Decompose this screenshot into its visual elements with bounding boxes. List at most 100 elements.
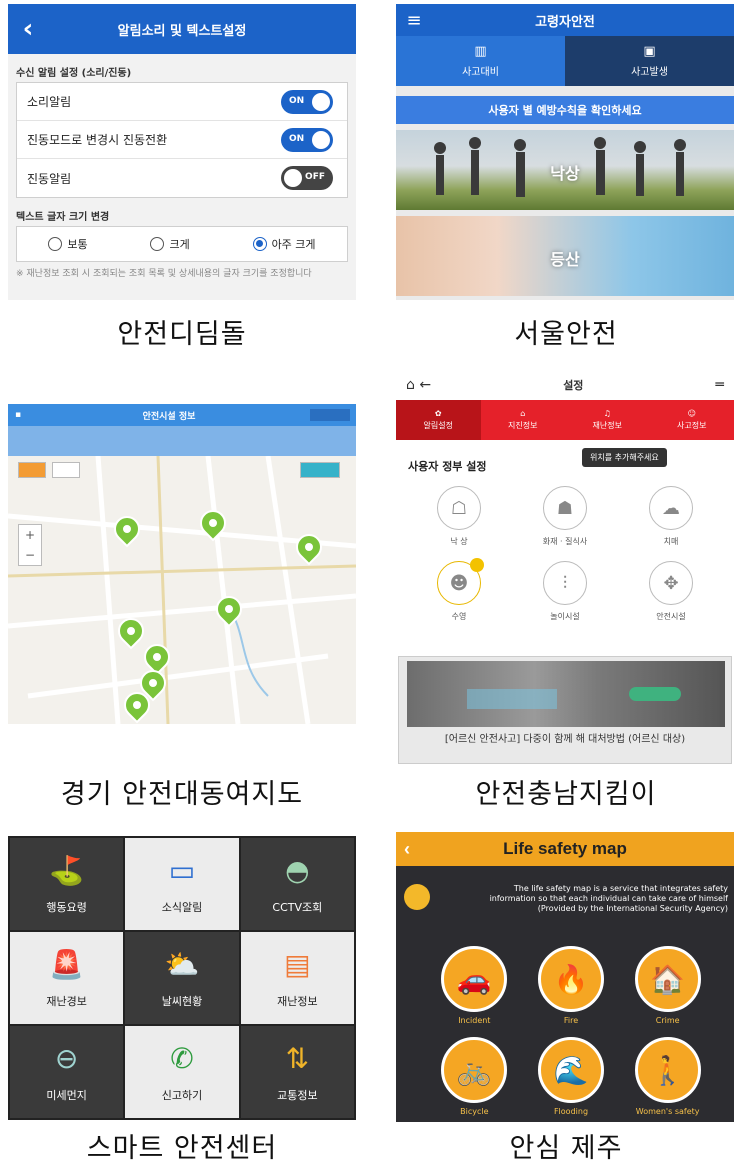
menu-item-accident[interactable]: ☺ 사고정보 — [650, 400, 734, 440]
chungnam-screen: ⌂ ← 설정 ═ ✿ 알림설정 ⌂ 지진정보 ♫ 재난정보 ☺ 사고정보 위치를 추가해… — [396, 372, 734, 764]
toggle-state: ON — [289, 133, 305, 144]
map-legend-button[interactable] — [300, 462, 340, 478]
tile-4[interactable]: ⛅ 날씨현황 — [125, 932, 239, 1024]
tab-accident[interactable]: ▣ 사고발생 — [565, 36, 734, 86]
hazard-item[interactable]: 🚶 Women's safety — [619, 1037, 716, 1116]
menu-item-disaster[interactable]: ♫ 재난정보 — [565, 400, 650, 440]
book-icon: ▥ — [474, 44, 487, 59]
tile-label: 재난경보 — [46, 995, 87, 1008]
tile-label: 신고하기 — [161, 1089, 203, 1102]
bulb-icon — [404, 884, 430, 910]
menu-item-earthquake[interactable]: ⌂ 지진정보 — [481, 400, 566, 440]
seoul-tabs: ▥ 사고대비 ▣ 사고발생 — [396, 36, 734, 86]
home-icon[interactable]: ⌂ ← — [406, 377, 431, 393]
sound-toggle[interactable]: ON — [281, 89, 333, 114]
tile-5[interactable]: ▤ 재난정보 — [240, 932, 354, 1024]
map-canvas[interactable] — [8, 456, 356, 724]
thumbnail-image — [407, 661, 725, 727]
map-layer-button[interactable] — [18, 462, 46, 478]
setting-row-vibrate-switch: 진동모드로 변경시 진동전환 ON — [17, 121, 347, 159]
tile-6[interactable]: ⊖ 미세먼지 — [10, 1026, 124, 1118]
hazard-item[interactable]: 🚗 Incident — [426, 946, 523, 1025]
zoom-control[interactable]: + − — [18, 524, 42, 566]
brain-icon: ☁ — [649, 486, 693, 530]
tab-label: 사고대비 — [462, 67, 499, 78]
caption-app-1: 안전디딤돌 — [117, 319, 247, 350]
menu-item-alert[interactable]: ✿ 알림설정 — [396, 400, 481, 440]
video-thumbnail[interactable]: [어르신 안전사고] 다중이 함께 해 대처방법 (어르신 대상) — [398, 656, 732, 764]
category-fire[interactable]: ☗ 화재 · 질식사 — [512, 486, 618, 547]
cctv-icon: ◓ — [285, 854, 310, 887]
category-label: 안전시설 — [656, 612, 686, 621]
bell-icon: ♫ — [603, 409, 611, 418]
category-label: 수영 — [451, 612, 467, 621]
settings-note: ※ 재난정보 조회 시 조회되는 조회 목록 및 상세내용의 글자 크기를 조정… — [16, 269, 312, 279]
hazard-icon: 🌊 — [537, 1037, 604, 1103]
setting-label: 진동모드로 변경시 진동전환 — [27, 133, 168, 147]
menu-icon[interactable]: ≡ — [396, 10, 432, 31]
tile-7[interactable]: ✆ 신고하기 — [125, 1026, 239, 1118]
map-banner — [8, 426, 356, 456]
guide-notice[interactable]: 사용자 별 예방수칙을 확인하세요 — [396, 96, 734, 124]
tile-label: 행동요령 — [46, 901, 87, 914]
hazard-icon: 🔥 — [537, 946, 604, 1012]
back-icon[interactable]: ‹ — [8, 14, 48, 44]
category-safety[interactable]: ✥ 안전시설 — [618, 561, 724, 622]
life-map-title: Life safety map — [503, 839, 627, 858]
category-dementia[interactable]: ☁ 치매 — [618, 486, 724, 547]
radio-normal[interactable]: 보통 — [48, 236, 88, 252]
category-label: 화재 · 질식사 — [542, 537, 588, 546]
category-fall[interactable]: ☖ 낙 상 — [406, 486, 512, 547]
card-fall[interactable]: 낙상 — [396, 130, 734, 210]
hazard-item[interactable]: 🏠 Crime — [619, 946, 716, 1025]
tile-1[interactable]: ▭ 소식알림 — [125, 838, 239, 930]
radio-extra-large[interactable]: 아주 크게 — [252, 236, 316, 252]
toggle-state: OFF — [305, 172, 325, 182]
seoul-title: 고령자안전 — [535, 14, 595, 30]
map-filter-button[interactable] — [52, 462, 80, 478]
map-selector[interactable] — [310, 409, 350, 421]
menu-label: 알림설정 — [423, 421, 453, 430]
setting-row-vibrate: 진동알림 OFF — [17, 159, 347, 197]
hazard-item[interactable]: 🌊 Flooding — [523, 1037, 620, 1116]
vibrate-toggle[interactable]: OFF — [281, 166, 333, 190]
safety-icon: ✥ — [649, 561, 693, 605]
text-size-options: 보통 크게 아주 크게 — [16, 226, 348, 262]
house-icon: ⌂ — [520, 409, 526, 418]
caption-app-6: 안심 제주 — [509, 1133, 623, 1164]
hazard-icon: 🚶 — [634, 1037, 701, 1103]
tile-8[interactable]: ⇅ 교통정보 — [240, 1026, 354, 1118]
tile-0[interactable]: ⛳ 행동요령 — [10, 838, 124, 930]
life-map-description: The life safety map is a service that in… — [489, 884, 728, 913]
card-hiking[interactable]: 등산 — [396, 216, 734, 296]
menu-icon[interactable]: ▪ — [8, 410, 28, 420]
category-playground[interactable]: ⫶ 놀이시설 — [512, 561, 618, 622]
section-text-size: 텍스트 글자 크기 변경 — [16, 212, 110, 223]
hazard-item[interactable]: 🚲 Bicycle — [426, 1037, 523, 1116]
hazard-label: Fire — [563, 1016, 579, 1025]
seoul-header: ≡ 고령자안전 — [396, 4, 734, 36]
tile-3[interactable]: 🚨 재난경보 — [10, 932, 124, 1024]
menu-icon[interactable]: ═ — [716, 377, 724, 393]
category-swim[interactable]: ☻ 수영 — [406, 558, 512, 622]
tile-label: 날씨현황 — [161, 995, 203, 1008]
tile-label: 재난정보 — [277, 995, 318, 1008]
menu-label: 지진정보 — [508, 421, 538, 430]
hazard-item[interactable]: 🔥 Fire — [523, 946, 620, 1025]
radio-large[interactable]: 크게 — [150, 236, 190, 252]
tab-label: 사고발생 — [631, 67, 668, 78]
tile-2[interactable]: ◓ CCTV조회 — [240, 838, 354, 930]
map-pin-icon: ⛳ — [49, 854, 85, 887]
settings-screen: ‹ 알림소리 및 텍스트설정 수신 알림 설정 (소리/진동) 소리알림 ON … — [8, 4, 356, 300]
seoul-safety-screen: ≡ 고령자안전 ▥ 사고대비 ▣ 사고발생 사용자 별 예방수칙을 확인하세요 낙상… — [396, 4, 734, 300]
tile-label: 교통정보 — [277, 1089, 318, 1102]
phone-icon: ✆ — [170, 1042, 194, 1075]
hazard-label: Women's safety — [635, 1107, 700, 1116]
hazard-label: Bicycle — [460, 1107, 489, 1116]
map-header: ▪ 안전시설 정보 — [8, 404, 356, 426]
tile-label: 소식알림 — [161, 901, 203, 914]
back-icon[interactable]: ‹ — [404, 839, 410, 860]
fall-icon: ☖ — [437, 486, 481, 530]
vibrate-switch-toggle[interactable]: ON — [281, 127, 333, 152]
tab-prevention[interactable]: ▥ 사고대비 — [396, 36, 565, 86]
